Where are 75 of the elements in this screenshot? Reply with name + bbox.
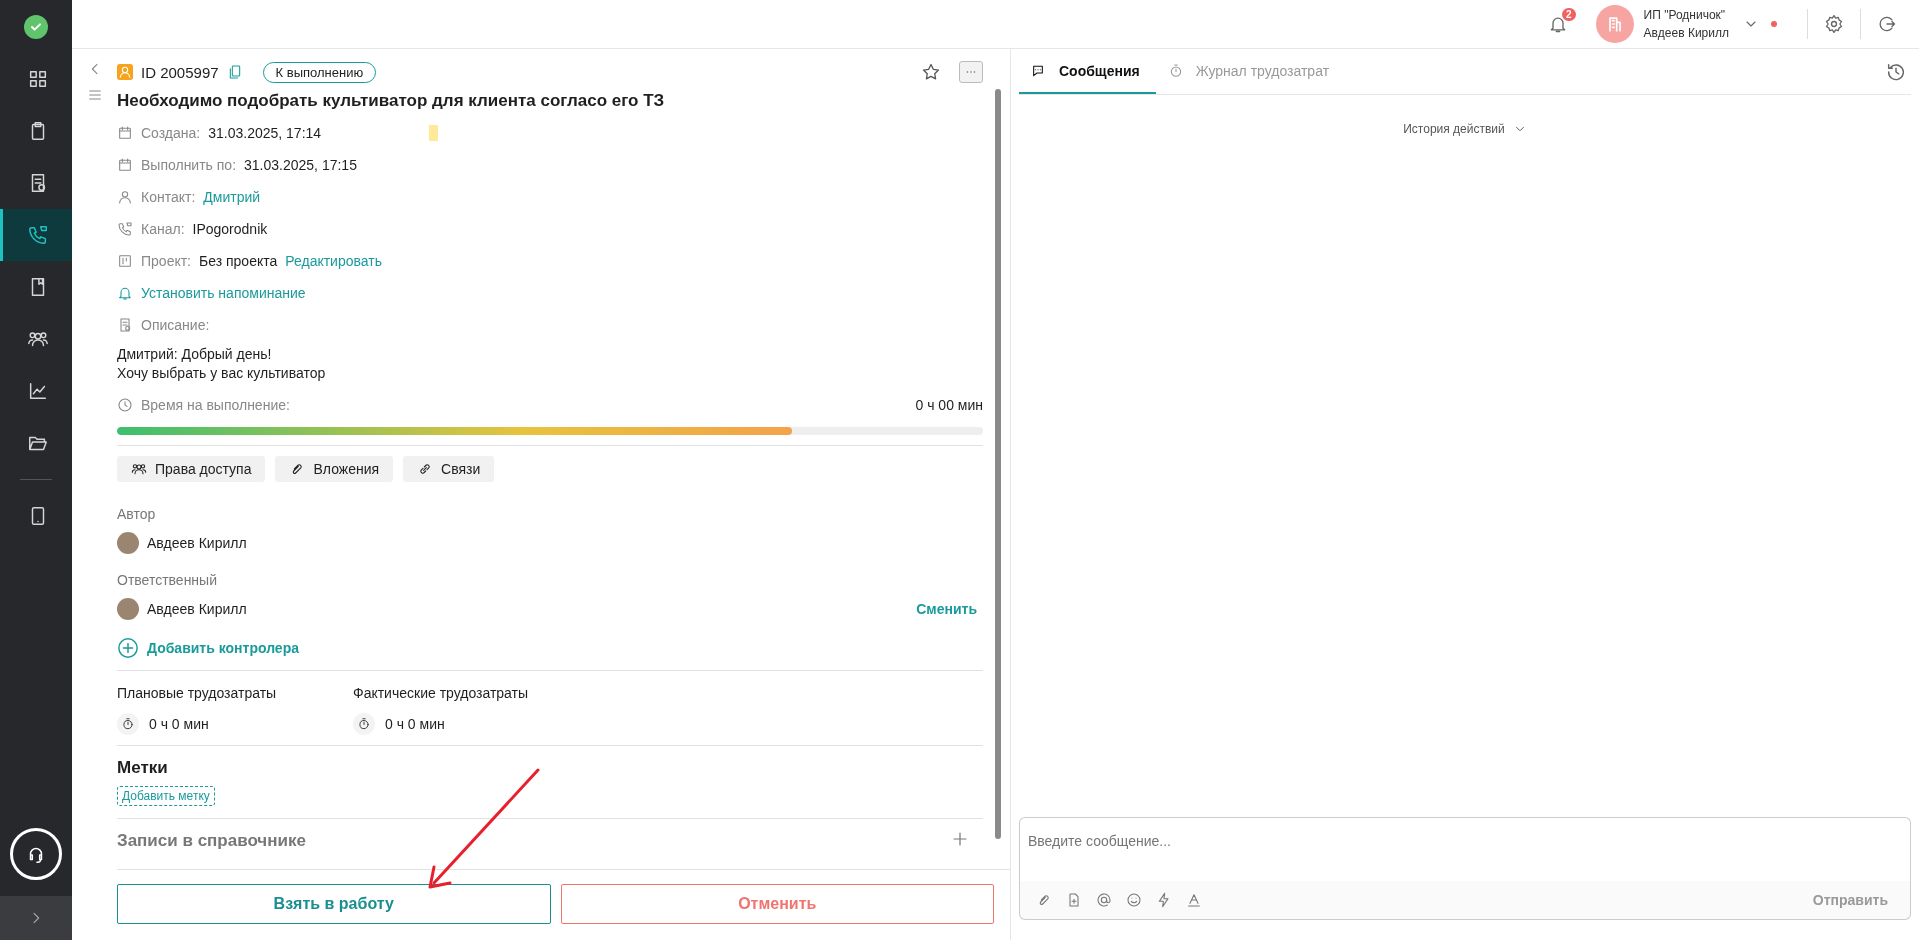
user-name: Авдеев Кирилл [147,601,247,617]
smiley-icon[interactable] [1126,892,1142,908]
bell-icon [117,285,133,301]
field-label: Канал: [141,221,185,237]
plus-circle-icon[interactable] [117,637,139,659]
effort-label: Фактические трудозатраты [353,685,530,701]
field-value: Без проекта [199,253,278,269]
at-icon[interactable] [1096,892,1112,908]
field-label: Время на выполнение: [141,397,290,413]
description-text: Дмитрий: Добрый день! [117,345,273,364]
send-button[interactable]: Отправить [1806,891,1894,909]
person-icon [117,189,133,205]
section-label: Автор [117,506,157,524]
board-icon [117,253,133,269]
field-value: IPogorodnik [192,221,268,237]
file-add-icon[interactable] [1066,892,1082,908]
timer-icon [357,717,371,731]
edit-link[interactable]: Редактировать [285,253,382,269]
timer-icon [121,717,135,731]
clock-icon [117,397,133,413]
highlight-mark [429,125,439,141]
task-id: ID 2005997 [141,63,219,81]
task-title: Необходимо подобрать культиватор для клиента согласо его ТЗ [117,91,666,111]
avatar [117,532,139,554]
action-button[interactable]: Вложения [275,456,394,482]
field-label: Контакт: [141,189,196,205]
field-label: Проект: [141,253,191,269]
add-controller-link[interactable]: Добавить контролера [147,640,299,656]
section-label: Ответственный [117,572,218,590]
action-button[interactable]: Связи [403,456,495,482]
effort-value: 0 ч 0 мин [149,716,209,732]
notification-badge: 2 [1562,8,1576,21]
tags-heading: Метки [117,758,169,778]
field-value: 31.03.2025, 17:14 [208,125,322,141]
people-icon [131,461,147,477]
action-button[interactable]: Права доступа [117,456,266,482]
field-label: Выполнить по: [141,157,237,173]
user-name: Авдеев Кирилл [147,535,247,551]
field-value: 31.03.2025, 17:15 [244,157,357,173]
contact-link[interactable]: Дмитрий [203,189,261,205]
time-value: 0 ч 00 мин [915,397,983,413]
settings-icon[interactable] [1824,14,1844,34]
phone-icon [26,224,49,246]
field-label: Создана: [141,125,201,141]
effort-label: Плановые трудозатраты [117,685,278,701]
field-label: Описание: [141,317,210,333]
avatar [117,598,139,620]
tab[interactable]: Сообщения [1019,49,1156,94]
star-icon[interactable] [921,62,941,82]
description-text: Хочу выбрать у вас культиватор [117,364,327,383]
document-icon [117,317,133,333]
user-name: Авдеев Кирилл [1643,25,1729,42]
calendar-icon [117,125,133,141]
logout-icon[interactable] [1877,14,1897,34]
plus-icon[interactable] [951,830,969,848]
organization-name: ИП "Родничок" [1643,7,1727,24]
history-dropdown[interactable]: История действий [1397,121,1533,137]
lightning-icon[interactable] [1156,892,1172,908]
message-field[interactable]: Введите сообщение... [1019,817,1911,881]
change-link[interactable]: Сменить [916,601,977,617]
text-format-icon[interactable] [1186,892,1202,908]
cancel-button[interactable]: Отменить [560,884,994,924]
effort-value: 0 ч 0 мин [385,716,445,732]
task-type-icon [117,64,133,80]
take-button[interactable]: Взять в работу [117,884,551,924]
phone-icon [117,221,133,237]
reminder-link[interactable]: Установить напоминание [141,285,306,301]
directory-heading: Записи в справочнике [117,831,306,851]
calendar-icon [117,157,133,173]
tab[interactable]: Журнал трудозатрат [1155,49,1346,94]
status-dot [1771,21,1777,27]
support-button[interactable] [10,828,62,880]
sidebar-item[interactable] [0,209,72,261]
app-logo[interactable] [24,15,48,39]
add-tag-button[interactable]: Добавить метку [117,786,215,806]
